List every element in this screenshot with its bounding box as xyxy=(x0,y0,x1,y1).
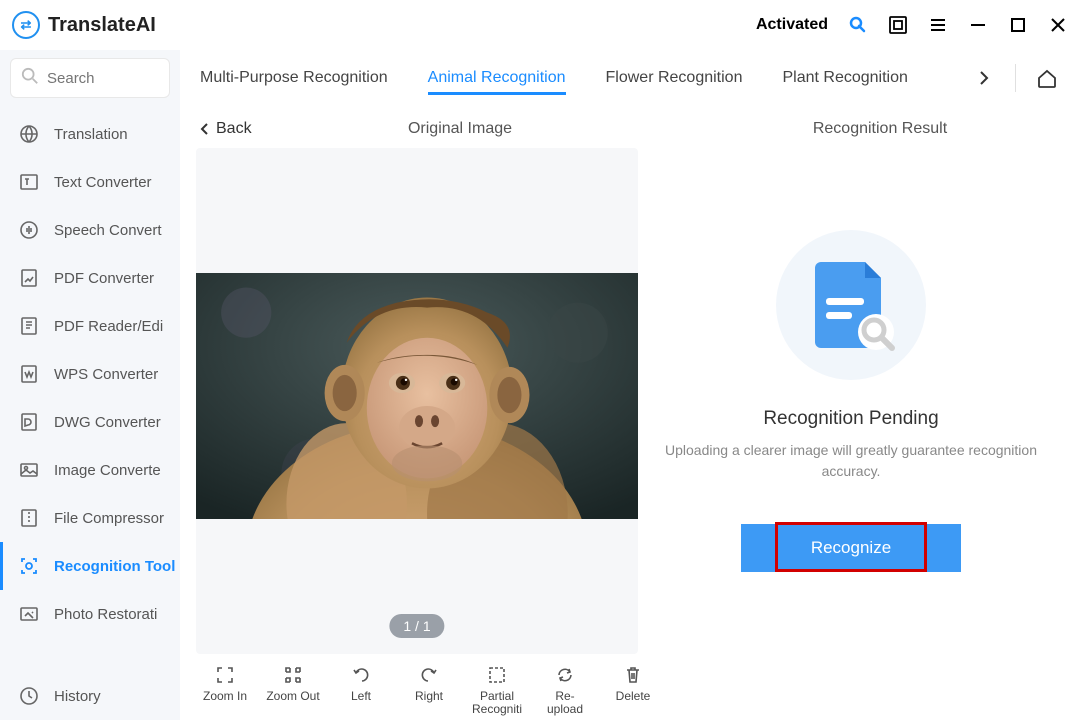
app-logo: ⇄ TranslateAI xyxy=(12,11,156,39)
image-converter-icon xyxy=(18,459,40,481)
app-name: TranslateAI xyxy=(48,14,156,37)
text-converter-icon xyxy=(18,171,40,193)
sidebar-item-history[interactable]: History xyxy=(0,672,180,720)
tool-label: Re-upload xyxy=(538,690,592,716)
search-box[interactable] xyxy=(10,58,170,98)
zoom-out-button[interactable]: Zoom Out xyxy=(266,664,320,703)
sidebar-item-label: PDF Reader/Edi xyxy=(54,318,163,335)
rotate-left-icon xyxy=(350,664,372,686)
sidebar-item-label: WPS Converter xyxy=(54,366,158,383)
image-frame: 1 / 1 xyxy=(196,148,638,654)
file-compressor-icon xyxy=(18,507,40,529)
sidebar-item-image-converter[interactable]: Image Converte xyxy=(0,446,180,494)
zoom-in-icon xyxy=(214,664,236,686)
tabs-next-button[interactable] xyxy=(971,65,997,91)
image-panel: 1 / 1 xyxy=(196,148,638,654)
chevron-left-icon xyxy=(198,122,212,136)
tool-label: Delete xyxy=(616,690,651,703)
recognition-tool-icon xyxy=(18,555,40,577)
image-toolbar: Zoom In Zoom Out Left Right Partial Reco… xyxy=(180,654,1080,720)
sidebar-item-label: Image Converte xyxy=(54,462,161,479)
sidebar-item-label: Speech Convert xyxy=(54,222,162,239)
page-indicator: 1 / 1 xyxy=(389,614,444,638)
wps-converter-icon xyxy=(18,363,40,385)
pending-title: Recognition Pending xyxy=(763,408,938,430)
reupload-icon xyxy=(554,664,576,686)
content-header: Back Original Image Recognition Result xyxy=(180,106,1080,148)
tab-multi-purpose[interactable]: Multi-Purpose Recognition xyxy=(200,55,388,101)
sidebar-item-label: PDF Converter xyxy=(54,270,154,287)
rotate-right-icon xyxy=(418,664,440,686)
partial-recognition-button[interactable]: Partial Recogniti xyxy=(470,664,524,716)
rotate-right-button[interactable]: Right xyxy=(402,664,456,703)
tabs-bar: Multi-Purpose Recognition Animal Recogni… xyxy=(180,50,1080,106)
sidebar-item-dwg-converter[interactable]: DWG Converter xyxy=(0,398,180,446)
uploaded-image xyxy=(196,273,638,519)
tool-label: Left xyxy=(351,690,371,703)
sidebar-item-pdf-reader[interactable]: PDF Reader/Edi xyxy=(0,302,180,350)
tab-animal[interactable]: Animal Recognition xyxy=(428,55,566,101)
dwg-converter-icon xyxy=(18,411,40,433)
sidebar-item-label: File Compressor xyxy=(54,510,164,527)
menu-icon[interactable] xyxy=(928,15,948,35)
trash-icon xyxy=(622,664,644,686)
nav-list: Translation Text Converter Speech Conver… xyxy=(0,110,180,672)
pending-icon xyxy=(776,230,926,380)
screenshot-icon[interactable] xyxy=(888,15,908,35)
zoom-out-icon xyxy=(282,664,304,686)
tab-plant[interactable]: Plant Recognition xyxy=(782,55,907,101)
sidebar-item-wps-converter[interactable]: WPS Converter xyxy=(0,350,180,398)
titlebar: ⇄ TranslateAI Activated xyxy=(0,0,1080,50)
sidebar-item-pdf-converter[interactable]: PDF Converter xyxy=(0,254,180,302)
tool-label: Zoom In xyxy=(203,690,247,703)
home-button[interactable] xyxy=(1034,65,1060,91)
sidebar-item-photo-restoration[interactable]: Photo Restorati xyxy=(0,590,180,638)
sidebar-item-recognition-tool[interactable]: Recognition Tool xyxy=(0,542,180,590)
zoom-in-button[interactable]: Zoom In xyxy=(198,664,252,703)
crop-icon xyxy=(486,664,508,686)
sidebar-item-speech-convert[interactable]: Speech Convert xyxy=(0,206,180,254)
original-image-header: Original Image xyxy=(240,120,680,138)
result-panel: Recognition Pending Uploading a clearer … xyxy=(638,148,1064,654)
search-input[interactable] xyxy=(47,70,159,87)
close-button[interactable] xyxy=(1048,15,1068,35)
activated-label: Activated xyxy=(756,16,828,34)
minimize-button[interactable] xyxy=(968,15,988,35)
rotate-left-button[interactable]: Left xyxy=(334,664,388,703)
pending-description: Uploading a clearer image will greatly g… xyxy=(658,440,1044,482)
history-icon xyxy=(18,685,40,707)
main-area: Multi-Purpose Recognition Animal Recogni… xyxy=(180,50,1080,720)
search-icon xyxy=(21,67,39,90)
sidebar-item-label: History xyxy=(54,688,101,705)
tool-label: Partial Recogniti xyxy=(470,690,524,716)
sidebar-item-label: Translation xyxy=(54,126,128,143)
tool-label: Right xyxy=(415,690,443,703)
delete-button[interactable]: Delete xyxy=(606,664,660,703)
sidebar-item-file-compressor[interactable]: File Compressor xyxy=(0,494,180,542)
recognize-button[interactable]: Recognize xyxy=(741,524,961,572)
sidebar: Translation Text Converter Speech Conver… xyxy=(0,50,180,720)
sidebar-item-label: DWG Converter xyxy=(54,414,161,431)
recognition-result-header: Recognition Result xyxy=(680,120,1080,138)
sidebar-item-label: Text Converter xyxy=(54,174,152,191)
speech-convert-icon xyxy=(18,219,40,241)
tab-divider xyxy=(1015,64,1016,92)
logo-icon: ⇄ xyxy=(12,11,40,39)
sidebar-item-label: Photo Restorati xyxy=(54,606,157,623)
sidebar-item-translation[interactable]: Translation xyxy=(0,110,180,158)
tab-flower[interactable]: Flower Recognition xyxy=(606,55,743,101)
sidebar-item-label: Recognition Tool xyxy=(54,558,175,575)
pdf-reader-icon xyxy=(18,315,40,337)
sidebar-item-text-converter[interactable]: Text Converter xyxy=(0,158,180,206)
key-icon[interactable] xyxy=(848,15,868,35)
tool-label: Zoom Out xyxy=(266,690,319,703)
maximize-button[interactable] xyxy=(1008,15,1028,35)
reupload-button[interactable]: Re-upload xyxy=(538,664,592,716)
photo-restoration-icon xyxy=(18,603,40,625)
translation-icon xyxy=(18,123,40,145)
pdf-converter-icon xyxy=(18,267,40,289)
